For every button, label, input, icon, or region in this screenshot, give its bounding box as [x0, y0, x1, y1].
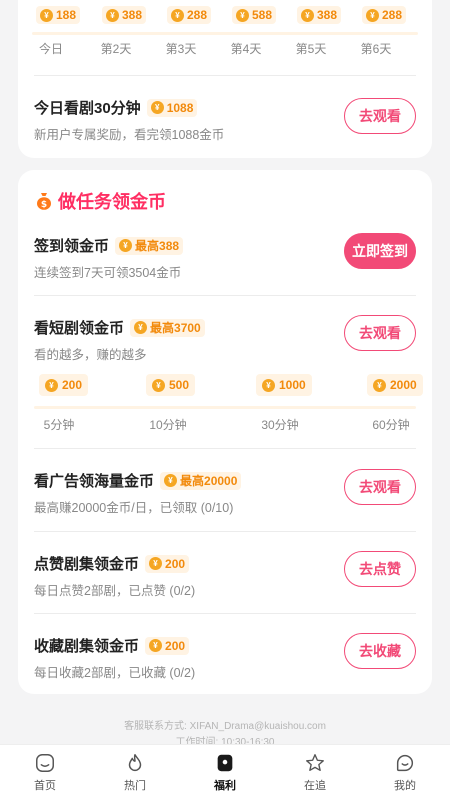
- coin-icon: ¥: [164, 474, 178, 487]
- section-title: 做任务领金币: [58, 192, 166, 212]
- coin-icon: ¥: [366, 8, 379, 22]
- coin-icon: ¥: [149, 639, 163, 652]
- tab-hot[interactable]: 热门: [90, 745, 180, 800]
- divider: [34, 448, 416, 449]
- watch30-task: 今日看剧30分钟 ¥ 1088 新用户专属奖励，看完领1088金币: [34, 97, 224, 143]
- signin-title: 签到领金币: [34, 238, 110, 255]
- short-drama-watch-button[interactable]: 去观看: [344, 315, 416, 351]
- divider: [34, 613, 416, 614]
- tab-home[interactable]: 首页: [0, 745, 90, 800]
- coin-icon: ¥: [150, 101, 164, 114]
- short-drama-subtitle: 看的越多，赚的越多: [34, 348, 147, 362]
- watch30-reward-badge: ¥ 1088: [146, 98, 198, 117]
- short-drama-task: 看短剧领金币 ¥ 最高3700 看的越多，赚的越多: [34, 317, 205, 363]
- ad-title: 看广告领海量金币: [34, 473, 155, 490]
- coin-icon: ¥: [40, 8, 53, 22]
- task-card: $ 做任务领金币 签到领金币 ¥ 最高388 连续签到7天可领3504金币 立即…: [18, 170, 432, 694]
- favorite-button[interactable]: 去收藏: [344, 633, 416, 669]
- minutes-milestone-row: ¥ 200 5分钟 ¥ 500 10分钟 ¥ 1000 30分钟 ¥ 2000 …: [34, 374, 423, 434]
- minute-label-3: 30分钟: [261, 418, 299, 432]
- ad-subtitle: 最高赚20000金币/日，已领取 (0/10): [34, 501, 234, 515]
- home-icon: [36, 754, 54, 772]
- day-label-4: 第4天: [230, 42, 262, 56]
- checkin-progress-track: [32, 32, 418, 35]
- day-label-3: 第3天: [165, 42, 197, 56]
- checkin-day-row: ¥ 188 今日 ¥ 388 第2天 ¥ 288 第3天 ¥ 588 第4天 ¥…: [18, 0, 432, 56]
- watch30-title: 今日看剧30分钟: [34, 100, 141, 117]
- minute-label-4: 60分钟: [372, 418, 410, 432]
- ad-reward-badge: ¥ 最高20000: [160, 471, 242, 490]
- coin-icon: ¥: [106, 8, 119, 22]
- day-reward-6: ¥ 288: [362, 6, 407, 24]
- money-bag-icon: $: [37, 193, 51, 210]
- ad-watch-button[interactable]: 去观看: [344, 469, 416, 505]
- favorite-title: 收藏剧集领金币: [34, 638, 140, 655]
- like-title: 点赞剧集领金币: [34, 556, 140, 573]
- like-subtitle: 每日点赞2部剧，已点赞 (0/2): [34, 584, 196, 598]
- divider: [34, 531, 416, 532]
- minute-reward-1: ¥ 200: [39, 374, 89, 396]
- svg-text:$: $: [41, 200, 47, 210]
- short-drama-title: 看短剧领金币: [34, 320, 125, 337]
- minute-reward-4: ¥ 2000: [367, 374, 423, 396]
- minute-reward-2: ¥ 500: [146, 374, 196, 396]
- day-label-2: 第2天: [100, 42, 132, 56]
- short-drama-reward-badge: ¥ 最高3700: [130, 318, 205, 337]
- watch30-subtitle: 新用户专属奖励，看完领1088金币: [34, 128, 225, 142]
- flame-icon: [128, 754, 142, 771]
- coin-icon: ¥: [301, 8, 314, 22]
- favorite-subtitle: 每日收藏2部剧，已收藏 (0/2): [34, 666, 196, 680]
- minute-label-1: 5分钟: [43, 418, 75, 432]
- like-button[interactable]: 去点赞: [344, 551, 416, 587]
- coin-icon: ¥: [236, 8, 249, 22]
- minute-label-2: 10分钟: [149, 418, 187, 432]
- coin-icon: ¥: [45, 378, 58, 392]
- coin-icon: ¥: [171, 8, 184, 22]
- day-label-5: 第5天: [295, 42, 327, 56]
- ad-task: 看广告领海量金币 ¥ 最高20000 最高赚20000金币/日，已领取 (0/1…: [34, 470, 242, 516]
- coin-icon: ¥: [262, 378, 275, 392]
- divider: [34, 75, 416, 76]
- signin-task: 签到领金币 ¥ 最高388 连续签到7天可领3504金币: [34, 235, 184, 281]
- tab-following[interactable]: 在追: [270, 745, 360, 800]
- minute-reward-3: ¥ 1000: [256, 374, 312, 396]
- tab-welfare[interactable]: 福利: [180, 745, 270, 800]
- section-header: $ 做任务领金币: [36, 188, 166, 214]
- coin-icon: ¥: [152, 378, 165, 392]
- like-task: 点赞剧集领金币 ¥ 200 每日点赞2部剧，已点赞 (0/2): [34, 553, 195, 599]
- favorite-reward-badge: ¥ 200: [145, 636, 190, 655]
- signin-reward-badge: ¥ 最高388: [115, 236, 184, 255]
- coin-icon: ¥: [149, 557, 163, 570]
- bottom-tab-bar: 首页 热门 福利 在追 我的: [0, 744, 450, 800]
- checkin-card: ¥ 188 今日 ¥ 388 第2天 ¥ 288 第3天 ¥ 588 第4天 ¥…: [18, 0, 432, 158]
- minutes-progress-track: [34, 406, 416, 409]
- watch30-watch-button[interactable]: 去观看: [344, 98, 416, 134]
- star-icon: [306, 754, 324, 772]
- day-label-1: 今日: [38, 42, 63, 56]
- day-label-6: 第6天: [360, 42, 392, 56]
- like-reward-badge: ¥ 200: [145, 554, 190, 573]
- day-reward-4: ¥ 588: [232, 6, 277, 24]
- tab-profile[interactable]: 我的: [360, 745, 450, 800]
- divider: [34, 295, 416, 296]
- day-reward-1: ¥ 188: [36, 6, 81, 24]
- favorite-task: 收藏剧集领金币 ¥ 200 每日收藏2部剧，已收藏 (0/2): [34, 635, 195, 681]
- coin-icon: ¥: [134, 321, 148, 334]
- signin-subtitle: 连续签到7天可领3504金币: [34, 266, 182, 280]
- profile-icon: [396, 754, 414, 772]
- coin-icon: ¥: [119, 239, 133, 252]
- coin-icon: ¥: [373, 378, 386, 392]
- signin-button[interactable]: 立即签到: [344, 233, 416, 269]
- day-reward-2: ¥ 388: [102, 6, 147, 24]
- gift-icon: [217, 754, 233, 772]
- contact-info: 客服联系方式: XIFAN_Drama@kuaishou.com: [124, 721, 326, 732]
- day-reward-5: ¥ 388: [297, 6, 342, 24]
- day-reward-3: ¥ 288: [167, 6, 212, 24]
